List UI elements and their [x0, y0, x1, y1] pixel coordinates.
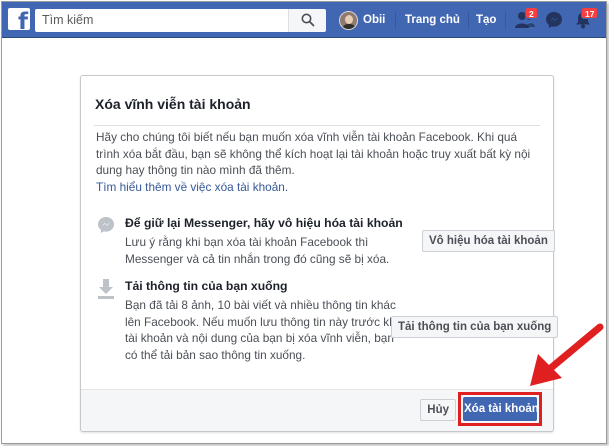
nav-divider [468, 12, 469, 29]
messenger-section-title: Để giữ lại Messenger, hãy vô hiệu hóa tà… [125, 216, 403, 230]
messenger-section-body: Lưu ý rằng khi bạn xóa tài khoản Faceboo… [125, 235, 390, 266]
nav-divider [505, 12, 506, 29]
deactivate-account-button[interactable]: Vô hiệu hóa tài khoản [422, 230, 555, 252]
download-section: Tải thông tin của bạn xuống Bạn đã tải 8… [95, 279, 559, 379]
search-button[interactable] [288, 9, 326, 32]
messenger-icon[interactable] [545, 11, 563, 29]
dialog-footer: Hủy Xóa tài khoản [81, 389, 553, 431]
search-placeholder: Tìm kiếm [42, 13, 94, 27]
learn-more-link[interactable]: Tìm hiểu thêm về việc xóa tài khoản. [96, 179, 542, 196]
notifications-badge: 17 [581, 7, 599, 19]
dialog-title: Xóa vĩnh viễn tài khoản [95, 96, 251, 112]
top-navigation-bar: f Tìm kiếm Obii Trang chủ Tạo 2 17 [2, 2, 606, 38]
download-section-title: Tải thông tin của bạn xuống [125, 279, 288, 293]
home-link[interactable]: Trang chủ [405, 14, 460, 26]
profile-link[interactable]: Obii [363, 14, 385, 26]
facebook-logo-letter: f [17, 9, 28, 31]
create-link[interactable]: Tạo [476, 14, 496, 26]
nav-divider [395, 12, 396, 29]
delete-account-button[interactable]: Xóa tài khoản [463, 397, 539, 421]
intro-text: Hãy cho chúng tôi biết nếu bạn muốn xóa … [96, 130, 531, 177]
dialog-intro: Hãy cho chúng tôi biết nếu bạn muốn xóa … [96, 129, 542, 195]
messenger-section: Để giữ lại Messenger, hãy vô hiệu hóa tà… [95, 216, 555, 276]
red-arrow-annotation [530, 323, 604, 386]
friend-requests-badge: 2 [525, 7, 538, 19]
search-input[interactable]: Tìm kiếm [35, 9, 288, 32]
facebook-logo[interactable]: f [8, 8, 30, 30]
download-section-body: Bạn đã tải 8 ảnh, 10 bài viết và nhiều t… [125, 298, 399, 362]
cancel-button[interactable]: Hủy [420, 399, 456, 421]
delete-account-dialog: Xóa vĩnh viễn tài khoản Hãy cho chúng tô… [80, 75, 559, 432]
title-divider [94, 125, 540, 126]
search-icon [301, 13, 315, 27]
browser-frame: f Tìm kiếm Obii Trang chủ Tạo 2 17 Xóa v… [1, 1, 607, 444]
messenger-icon [98, 217, 114, 233]
delete-button-highlight: Xóa tài khoản [458, 392, 542, 426]
avatar[interactable] [339, 11, 358, 30]
download-icon [98, 279, 114, 299]
